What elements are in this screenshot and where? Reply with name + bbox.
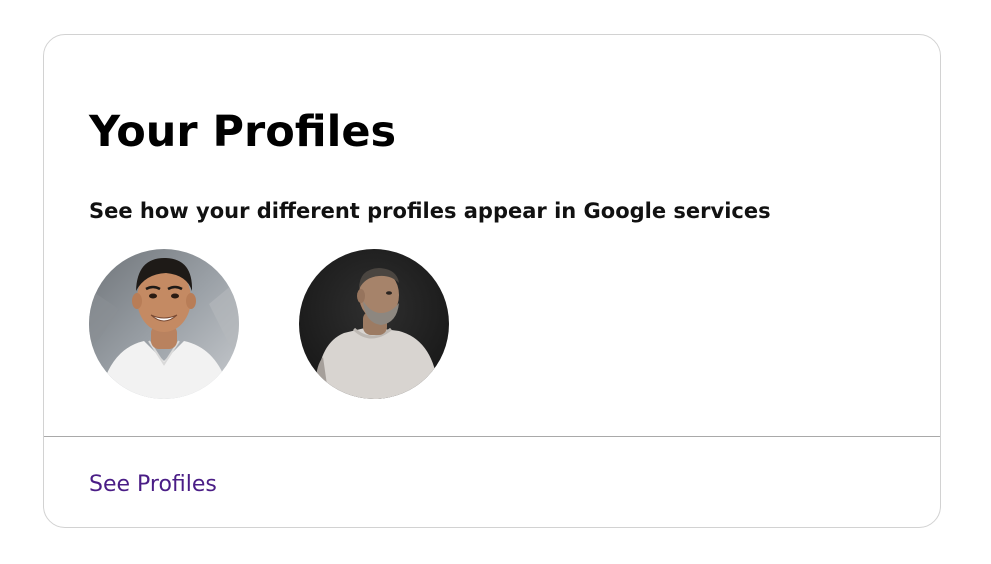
profile-avatar-1[interactable]: [89, 249, 239, 399]
card-title: Your Profiles: [89, 107, 397, 157]
see-profiles-link[interactable]: See Profiles: [89, 471, 217, 499]
profiles-card: Your Profiles See how your different pro…: [43, 34, 941, 528]
profile-photo-1: [89, 249, 239, 399]
card-divider: [44, 436, 940, 437]
card-subtitle: See how your different profiles appear i…: [89, 199, 771, 223]
profile-avatar-2[interactable]: [299, 249, 449, 399]
profile-photo-2: [299, 249, 449, 399]
